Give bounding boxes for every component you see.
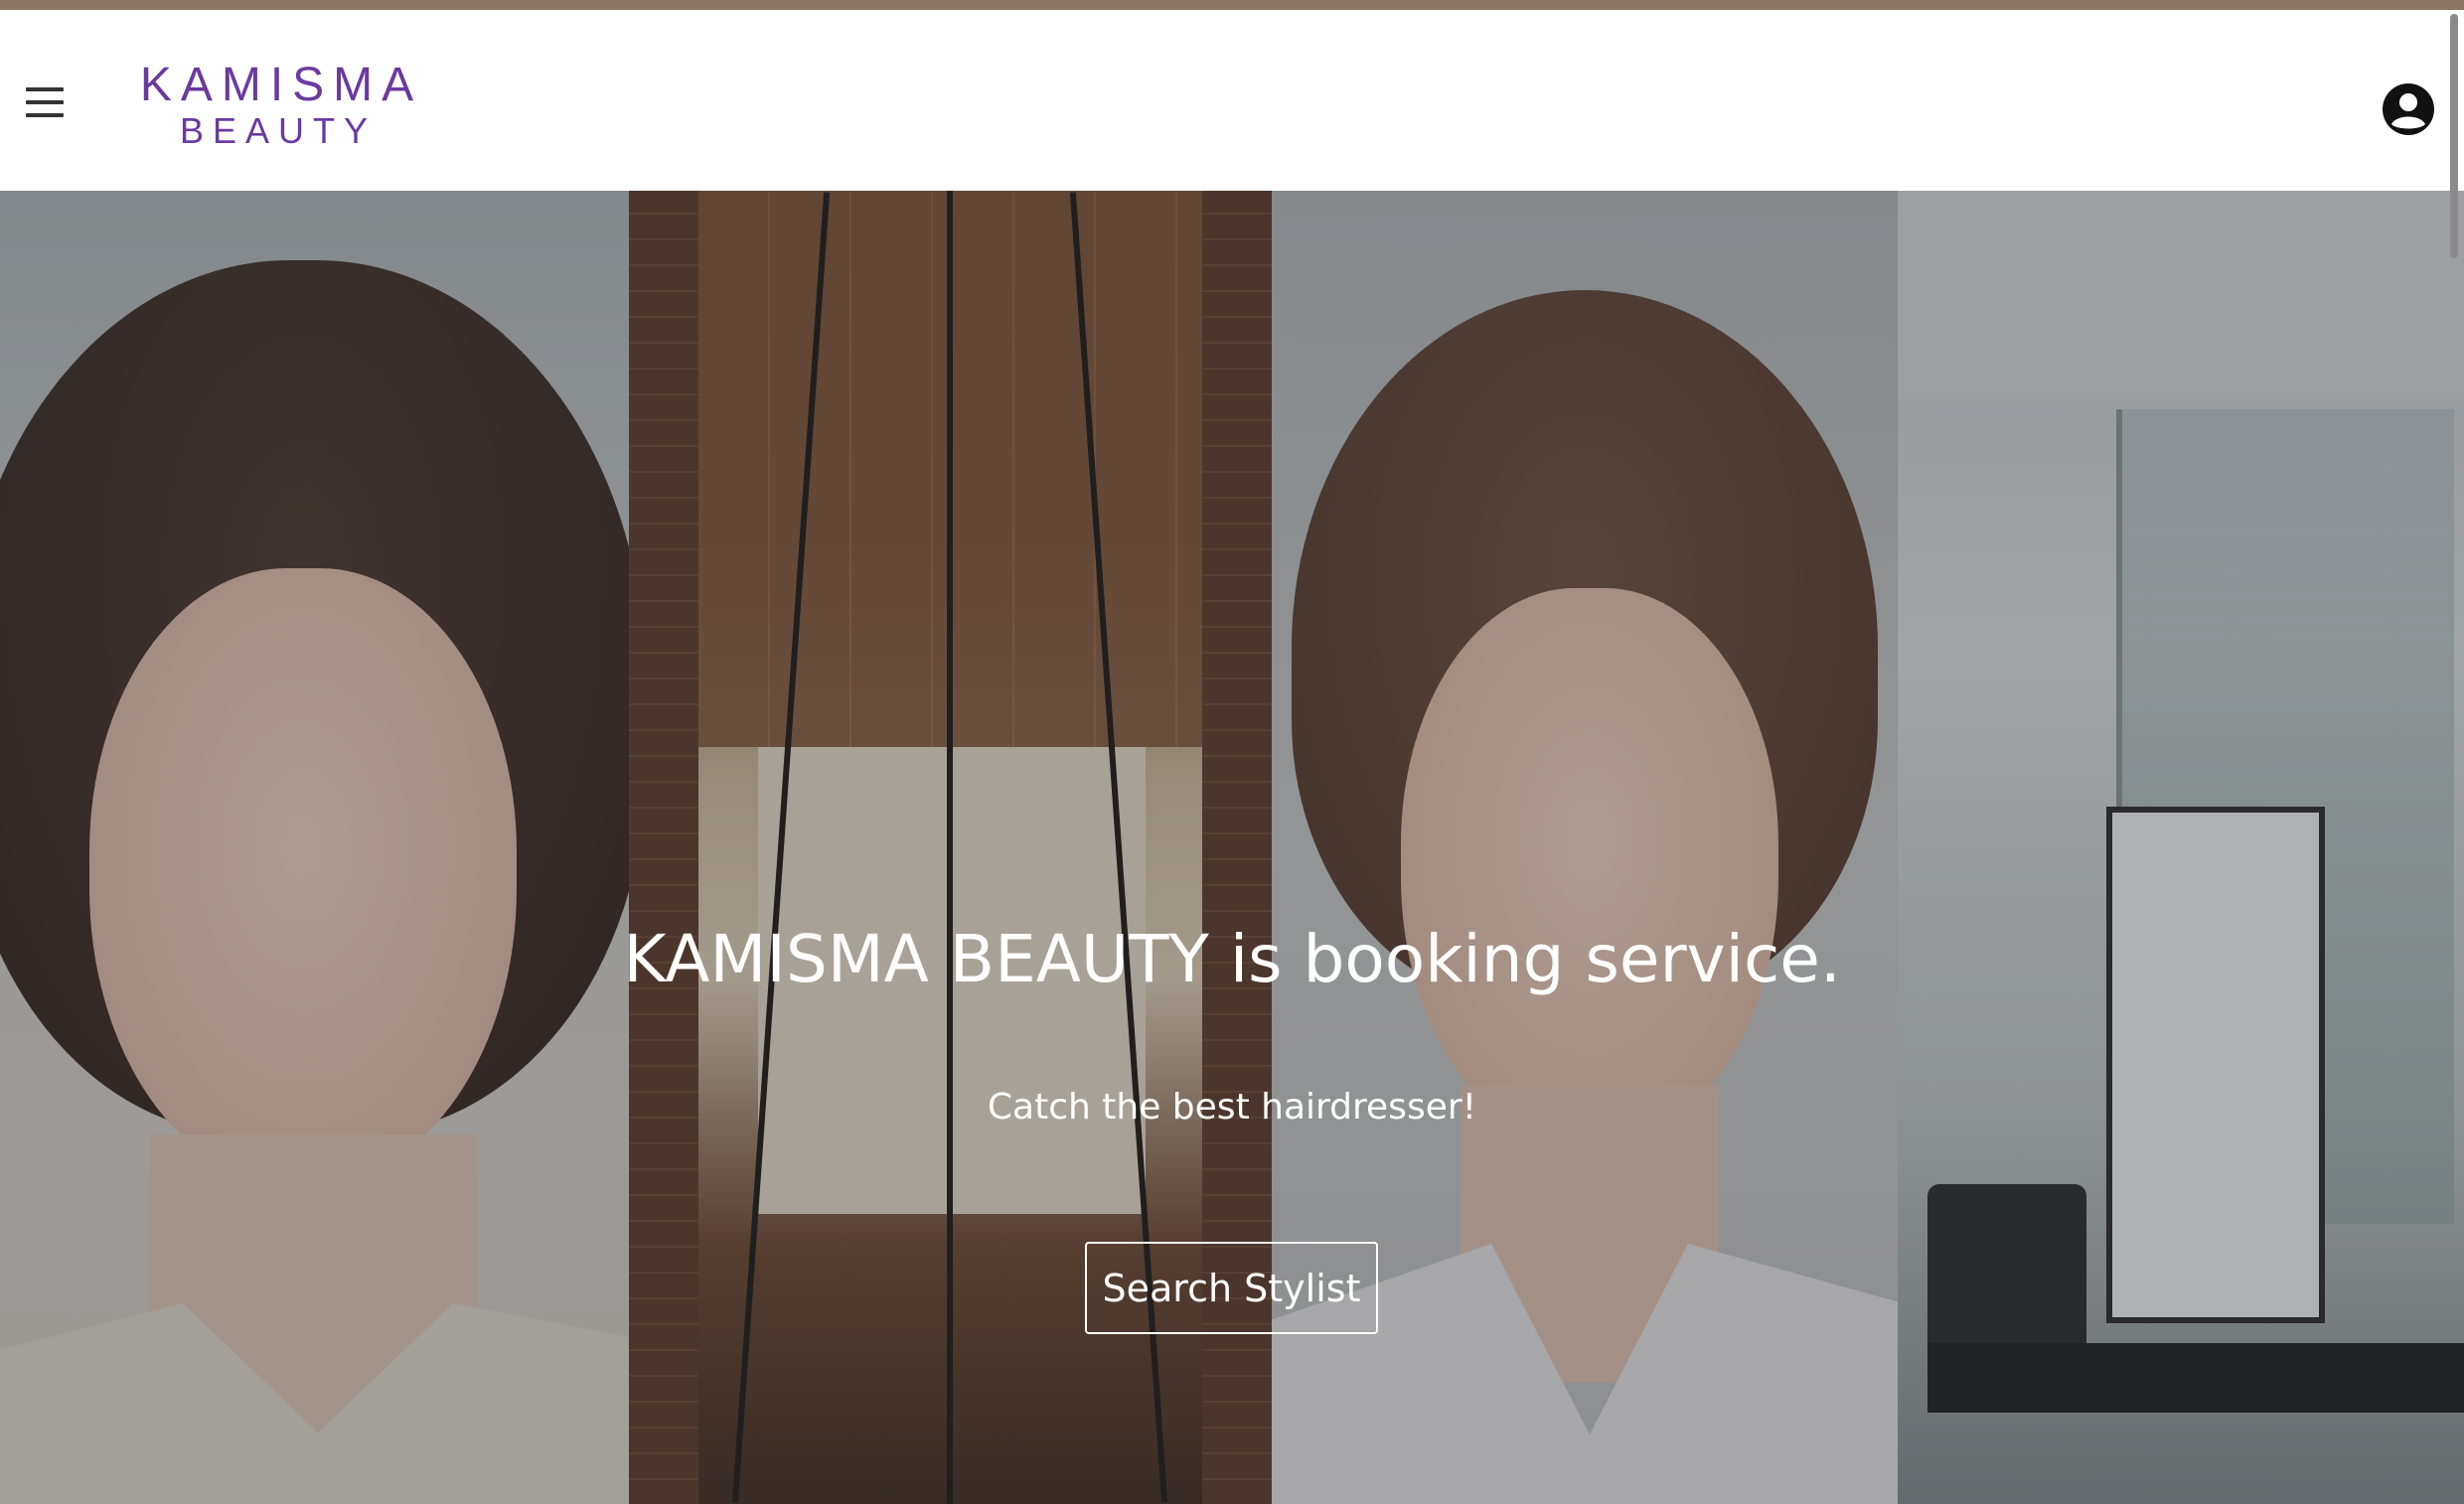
top-accent-bar — [0, 0, 2464, 10]
top-navbar: KAMISMA BEAUTY — [0, 10, 2464, 191]
account-circle-icon[interactable] — [2381, 81, 2436, 137]
logo-line-1: KAMISMA — [139, 59, 423, 111]
hero-title: KAMISMA BEAUTY is booking service. — [623, 921, 1841, 997]
account-icon-svg — [2383, 83, 2434, 135]
logo-line-2: BEAUTY — [179, 110, 378, 151]
hero-banner: KAMISMA BEAUTY is booking service. Catch… — [0, 191, 2464, 1504]
hero-subtitle: Catch the best hairdresser! — [987, 1087, 1477, 1128]
menu-line — [26, 100, 64, 104]
scrollbar-thumb[interactable] — [2450, 14, 2458, 258]
search-stylist-button[interactable]: Search Stylist — [1085, 1242, 1378, 1334]
menu-line — [26, 113, 64, 117]
brand-logo[interactable]: KAMISMA BEAUTY — [129, 62, 427, 161]
menu-line — [26, 87, 64, 91]
hamburger-menu-icon[interactable] — [26, 87, 68, 117]
